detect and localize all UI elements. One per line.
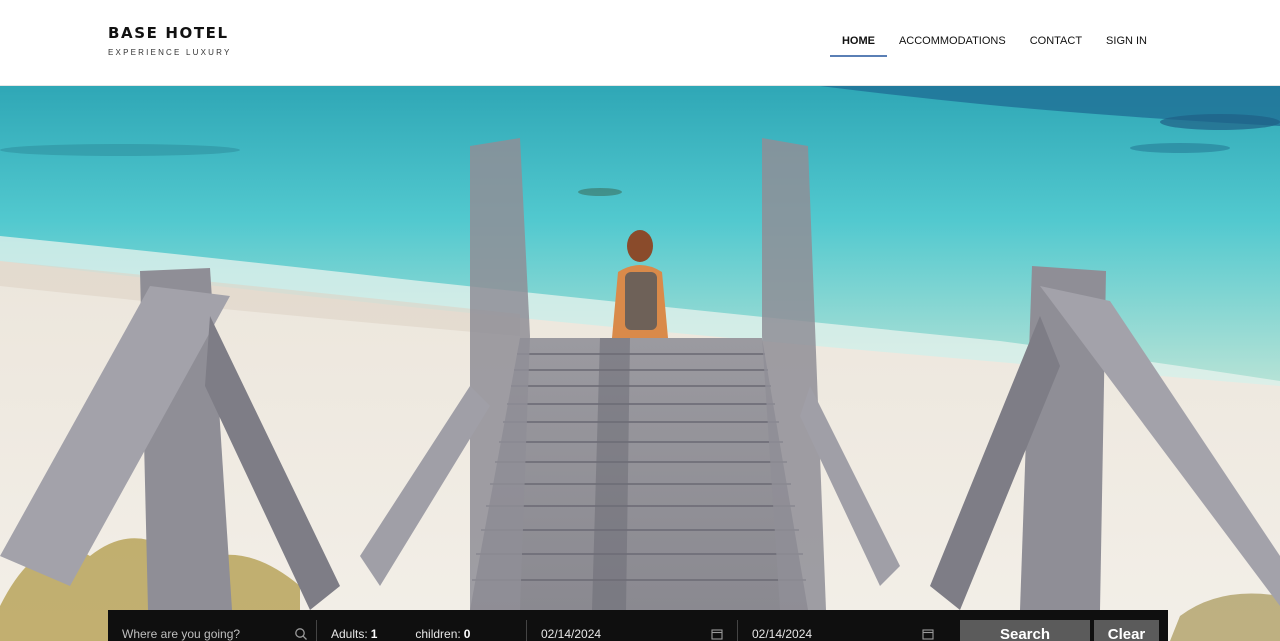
clear-button[interactable]: Clear xyxy=(1094,620,1159,641)
site-header: BASE HOTEL EXPERIENCE LUXURY HOME ACCOMM… xyxy=(0,0,1280,86)
calendar-icon[interactable] xyxy=(711,628,723,640)
nav-item-contact[interactable]: CONTACT xyxy=(1018,35,1094,57)
brand-tagline: EXPERIENCE LUXURY xyxy=(108,48,232,57)
destination-input[interactable]: Where are you going? xyxy=(122,627,240,641)
nav-item-accommodations[interactable]: ACCOMMODATIONS xyxy=(887,35,1018,57)
brand-logo[interactable]: BASE HOTEL EXPERIENCE LUXURY xyxy=(108,24,232,57)
check-in-field[interactable]: 02/14/2024 xyxy=(526,620,737,641)
booking-search-bar: Where are you going? Adults: 1 children: 0… xyxy=(108,610,1168,641)
check-out-field[interactable]: 02/14/2024 xyxy=(737,620,948,641)
adults-value: 1 xyxy=(370,627,378,641)
check-out-date[interactable]: 02/14/2024 xyxy=(752,627,812,641)
location-search-icon[interactable] xyxy=(294,627,308,641)
destination-field[interactable]: Where are you going? xyxy=(108,620,316,641)
children-count[interactable]: children: 0 xyxy=(415,627,470,641)
hero-image xyxy=(0,86,1280,641)
adults-label: Adults: xyxy=(331,627,368,641)
calendar-icon[interactable] xyxy=(922,628,934,640)
beach-boardwalk-illustration xyxy=(0,86,1280,641)
main-nav: HOME ACCOMMODATIONS CONTACT SIGN IN xyxy=(829,35,1159,57)
check-in-date[interactable]: 02/14/2024 xyxy=(541,627,601,641)
search-button[interactable]: Search xyxy=(960,620,1090,641)
nav-item-home[interactable]: HOME xyxy=(829,35,887,57)
brand-title: BASE HOTEL xyxy=(108,24,229,42)
adults-count[interactable]: Adults: 1 xyxy=(331,627,377,641)
children-label: children: xyxy=(415,627,461,641)
guests-field[interactable]: Adults: 1 children: 0 xyxy=(316,620,526,641)
nav-item-sign-in[interactable]: SIGN IN xyxy=(1094,35,1159,57)
children-value: 0 xyxy=(463,627,471,641)
